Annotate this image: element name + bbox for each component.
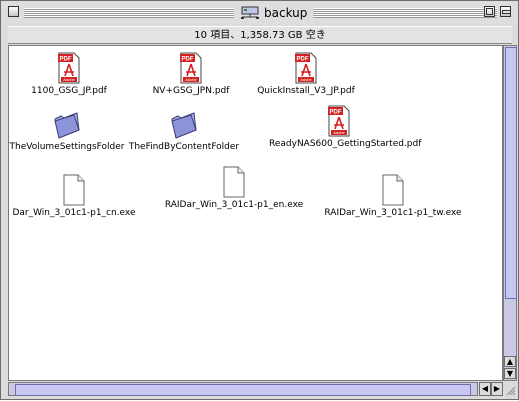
zoom-box[interactable] bbox=[484, 6, 495, 17]
list-item[interactable]: Dar_Win_3_01c1-p1_cn.exe bbox=[9, 174, 144, 218]
horizontal-scroll-thumb[interactable] bbox=[15, 384, 471, 396]
pdf-badge: PDF bbox=[182, 57, 194, 63]
pdf-icon: PDF Adobe bbox=[328, 105, 350, 137]
item-label: Dar_Win_3_01c1-p1_cn.exe bbox=[12, 208, 136, 218]
close-box[interactable] bbox=[8, 6, 19, 17]
collapse-box[interactable] bbox=[500, 6, 511, 17]
pdf-icon: PDF Adobe bbox=[58, 52, 80, 84]
scroll-right-arrow-icon[interactable]: ▶ bbox=[491, 382, 503, 396]
item-label: QuickInstall_V3_JP.pdf bbox=[257, 86, 355, 96]
adobe-badge: Adobe bbox=[333, 130, 345, 135]
adobe-badge: Adobe bbox=[300, 77, 312, 82]
item-label: TheFindByContentFolder bbox=[128, 142, 240, 152]
item-label: RAIDar_Win_3_01c1-p1_tw.exe bbox=[324, 208, 462, 218]
window-title: backup bbox=[234, 4, 314, 22]
document-icon bbox=[382, 174, 404, 206]
folder-icon bbox=[171, 112, 197, 139]
item-label: RAIDar_Win_3_01c1-p1_en.exe bbox=[164, 200, 304, 210]
pdf-badge: PDF bbox=[330, 110, 342, 116]
window-title-text: backup bbox=[264, 6, 308, 20]
document-icon bbox=[63, 174, 85, 206]
pdf-badge: PDF bbox=[297, 57, 309, 63]
scroll-left-arrow-icon[interactable]: ◀ bbox=[479, 382, 491, 396]
pdf-icon: PDF Adobe bbox=[295, 52, 317, 84]
vertical-scrollbar[interactable]: ▲ ▼ bbox=[503, 45, 517, 381]
finder-window: backup 10 項目、1,358.73 GB 空き PDF Adobe 11… bbox=[0, 0, 519, 400]
title-bar[interactable]: backup bbox=[2, 2, 517, 24]
horizontal-scrollbar[interactable] bbox=[8, 382, 478, 396]
resize-grip-icon[interactable] bbox=[504, 382, 517, 396]
item-label: ReadyNAS600_GettingStarted.pdf bbox=[269, 139, 422, 149]
list-item[interactable]: PDF Adobe 1100_GSG_JP.pdf bbox=[9, 52, 139, 96]
list-item[interactable]: RAIDar_Win_3_01c1-p1_tw.exe bbox=[323, 174, 463, 218]
horizontal-scroll-arrows: ◀ ▶ bbox=[479, 382, 503, 396]
list-item[interactable]: RAIDar_Win_3_01c1-p1_en.exe bbox=[164, 166, 304, 210]
item-label: 1100_GSG_JP.pdf bbox=[31, 86, 107, 96]
document-icon bbox=[223, 166, 245, 198]
network-drive-icon bbox=[241, 6, 259, 19]
folder-icon bbox=[54, 112, 80, 139]
pdf-badge: PDF bbox=[60, 57, 72, 63]
scroll-down-arrow-icon[interactable]: ▼ bbox=[504, 368, 516, 379]
scrollbar-left-cap bbox=[1, 382, 8, 396]
list-item[interactable]: PDF Adobe ReadyNAS600_GettingStarted.pdf bbox=[269, 105, 422, 149]
adobe-badge: Adobe bbox=[185, 77, 197, 82]
vertical-scroll-thumb[interactable] bbox=[505, 47, 517, 299]
info-bar: 10 項目、1,358.73 GB 空き bbox=[8, 26, 512, 44]
pdf-icon: PDF Adobe bbox=[180, 52, 202, 84]
file-view: PDF Adobe 1100_GSG_JP.pdf PDF Adobe NV+G… bbox=[8, 45, 503, 381]
list-item[interactable]: PDF Adobe QuickInstall_V3_JP.pdf bbox=[236, 52, 376, 96]
scroll-up-arrow-icon[interactable]: ▲ bbox=[504, 356, 516, 367]
list-item[interactable]: TheFindByContentFolder bbox=[114, 110, 254, 152]
adobe-badge: Adobe bbox=[63, 77, 75, 82]
